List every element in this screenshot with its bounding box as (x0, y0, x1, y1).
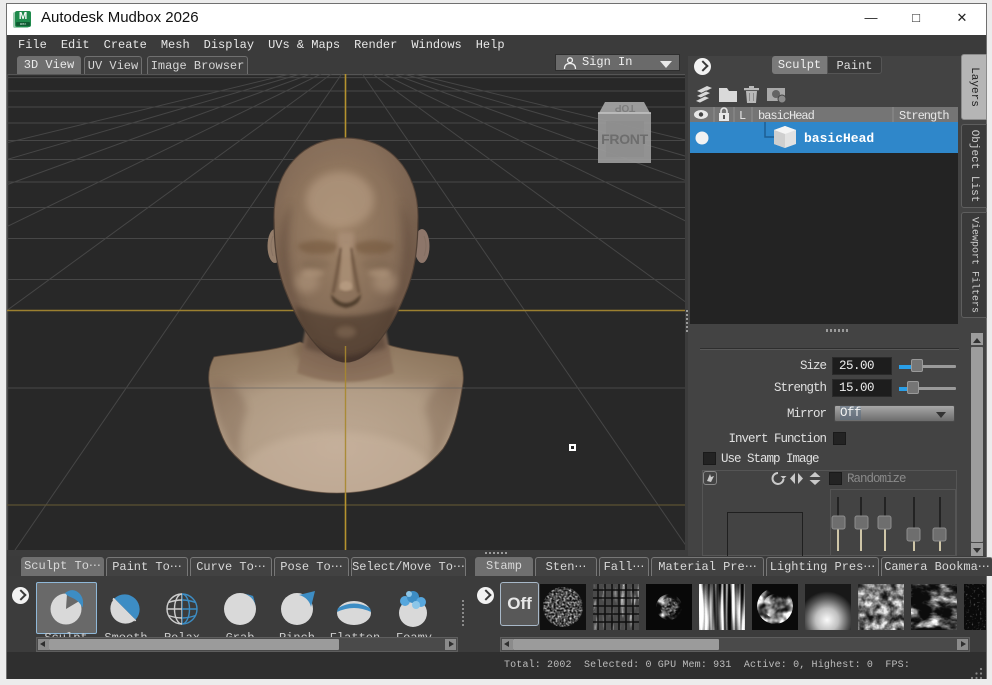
svg-text:Strength: Strength (899, 109, 949, 122)
svg-text:FRONT: FRONT (601, 131, 648, 147)
svg-text:TOP: TOP (614, 102, 635, 113)
svg-text:L: L (739, 109, 746, 122)
svg-text:basicHead: basicHead (804, 131, 874, 146)
svg-text:basicHead: basicHead (758, 109, 815, 122)
